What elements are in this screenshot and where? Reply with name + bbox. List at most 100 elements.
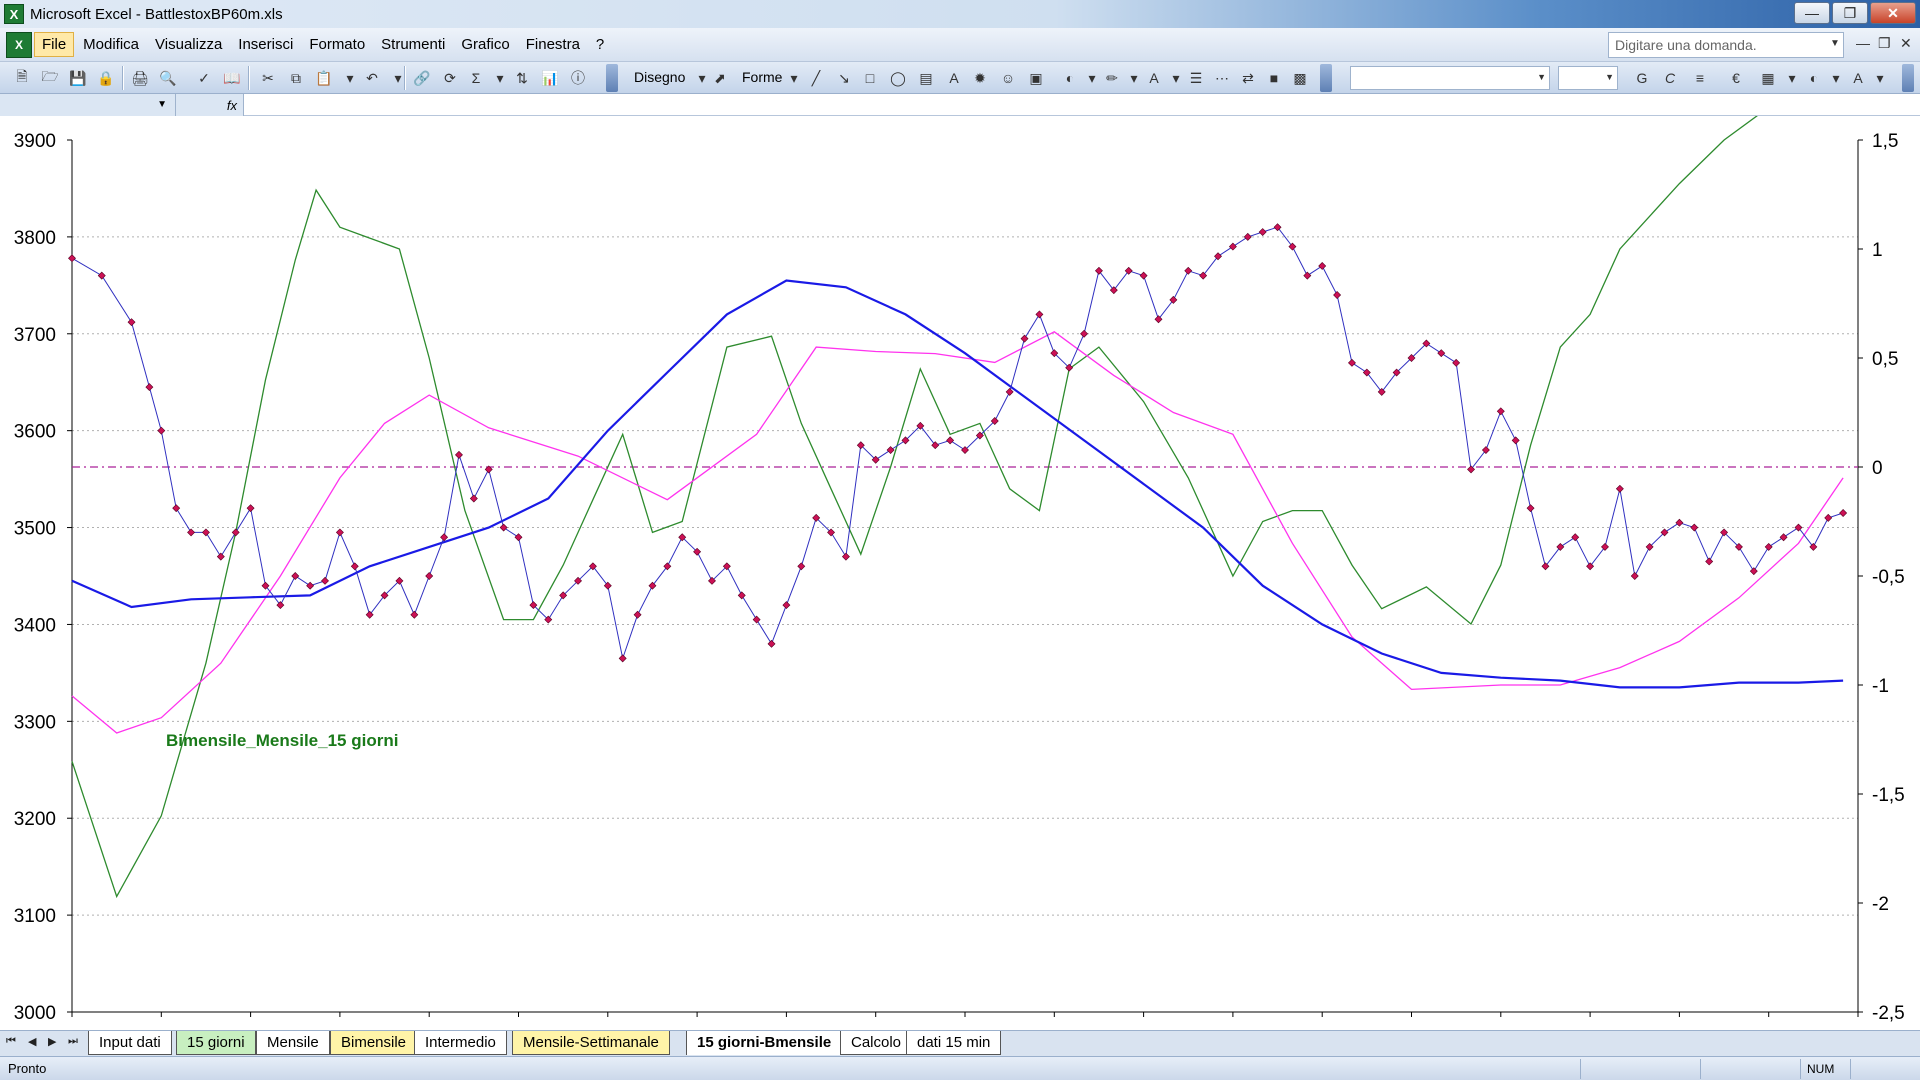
arrow-style-icon[interactable]: ⇄ xyxy=(1238,68,1258,88)
new-file-icon[interactable]: 🗎 xyxy=(12,68,32,88)
doc-close-icon[interactable]: ✕ xyxy=(1900,35,1912,52)
prev-sheet-icon[interactable]: ◀ xyxy=(28,1035,36,1048)
price-marker xyxy=(782,601,791,610)
autosum-icon[interactable]: Σ xyxy=(466,68,486,88)
line-icon[interactable]: ╱ xyxy=(806,68,826,88)
y-left-tick-label: 3900 xyxy=(14,131,56,152)
help-icon[interactable]: ⓘ xyxy=(568,68,588,88)
chart-svg[interactable]: 3900 3800 3700 3600 3500 3400 3300 3200 3100 3000… xyxy=(0,116,1920,1030)
font-color-icon[interactable]: A xyxy=(1144,68,1164,88)
sheet-tab[interactable]: Input dati xyxy=(88,1031,172,1055)
3d-style-icon[interactable]: ▩ xyxy=(1290,68,1310,88)
shapes-menu[interactable]: Forme xyxy=(742,69,782,85)
clipart-icon[interactable]: ☺ xyxy=(998,68,1018,88)
doc-restore-icon[interactable]: ❐ xyxy=(1878,35,1891,52)
dash-style-icon[interactable]: ⋯ xyxy=(1212,68,1232,88)
toolbar-options-icon[interactable] xyxy=(606,64,618,92)
menu-grafico[interactable]: Grafico xyxy=(454,33,516,56)
permission-icon[interactable]: 🔒 xyxy=(96,68,116,88)
highlight-dropdown-icon[interactable]: ▾ xyxy=(1826,68,1846,88)
menu-modifica[interactable]: Modifica xyxy=(76,33,146,56)
textbox-icon[interactable]: ▤ xyxy=(916,68,936,88)
sheet-tab[interactable]: Calcolo xyxy=(840,1031,913,1055)
line-color-dropdown-icon[interactable]: ▾ xyxy=(1124,68,1144,88)
italic-icon[interactable]: C xyxy=(1660,68,1680,88)
sheet-tab[interactable]: Bimensile xyxy=(330,1031,418,1055)
sheet-tab[interactable]: Intermedio xyxy=(414,1031,507,1055)
ask-dropdown-icon[interactable]: ▼ xyxy=(1830,38,1840,49)
sheet-tab[interactable]: 15 giorni-Bmensile xyxy=(686,1031,843,1055)
highlight-icon[interactable]: ◐ xyxy=(1804,68,1824,88)
draw-menu[interactable]: Disegno xyxy=(634,69,685,85)
diagram-icon[interactable]: ✹ xyxy=(970,68,990,88)
toolbar-options-icon[interactable] xyxy=(1320,64,1332,92)
shadow-style-icon[interactable]: ■ xyxy=(1264,68,1284,88)
price-marker xyxy=(633,610,642,619)
paste-icon[interactable]: 📋 xyxy=(314,68,334,88)
sheet-tab[interactable]: Mensile-Settimanale xyxy=(512,1031,670,1055)
menu-inserisci[interactable]: Inserisci xyxy=(231,33,300,56)
fill-color-icon[interactable]: ◐ xyxy=(1060,68,1080,88)
autosum-dropdown-icon[interactable]: ▾ xyxy=(490,68,510,88)
menu-finestra[interactable]: Finestra xyxy=(519,33,587,56)
picture-icon[interactable]: ▣ xyxy=(1026,68,1046,88)
menu-strumenti[interactable]: Strumenti xyxy=(374,33,452,56)
wordart-icon[interactable]: A xyxy=(944,68,964,88)
cut-icon[interactable]: ✂ xyxy=(258,68,278,88)
line-style-icon[interactable]: ☰ xyxy=(1186,68,1206,88)
font-name-combo[interactable]: ▼ xyxy=(1350,66,1550,90)
copy-icon[interactable]: ⧉ xyxy=(286,68,306,88)
euro-icon[interactable]: € xyxy=(1726,68,1746,88)
sort-icon[interactable]: ⇅ xyxy=(512,68,532,88)
rectangle-icon[interactable]: □ xyxy=(860,68,880,88)
minimize-icon[interactable]: — xyxy=(1794,2,1830,24)
arrow-icon[interactable]: ↘ xyxy=(834,68,854,88)
name-box[interactable]: ▼ xyxy=(0,94,176,116)
toolbar-options-icon[interactable] xyxy=(1902,64,1914,92)
undo-icon[interactable]: ↶ xyxy=(362,68,382,88)
next-sheet-icon[interactable]: ▶ xyxy=(48,1035,56,1048)
borders-dropdown-icon[interactable]: ▾ xyxy=(1782,68,1802,88)
font-size-combo[interactable]: ▼ xyxy=(1558,66,1618,90)
paste-dropdown-icon[interactable]: ▾ xyxy=(340,68,360,88)
spelling-icon[interactable]: ✓ xyxy=(194,68,214,88)
doc-minimize-icon[interactable]: — xyxy=(1856,35,1870,51)
font-color-dropdown-icon[interactable]: ▾ xyxy=(1166,68,1186,88)
chart-area[interactable]: 3900 3800 3700 3600 3500 3400 3300 3200 3100 3000… xyxy=(0,116,1920,1040)
workbook-icon[interactable]: X xyxy=(6,31,32,58)
menu-file[interactable]: File xyxy=(34,32,75,57)
print-preview-icon[interactable]: 🔍 xyxy=(158,68,178,88)
text-color-icon[interactable]: A xyxy=(1848,68,1868,88)
restore-icon[interactable]: ❐ xyxy=(1832,2,1868,24)
research-icon[interactable]: 📖 xyxy=(222,68,242,88)
refresh-icon[interactable]: ⟳ xyxy=(440,68,460,88)
ask-question-input[interactable]: Digitare una domanda. xyxy=(1608,32,1844,58)
borders-icon[interactable]: ▦ xyxy=(1758,68,1778,88)
sheet-tab[interactable]: 15 giorni xyxy=(176,1031,256,1055)
print-icon[interactable]: 🖨 xyxy=(130,68,150,88)
menu-help[interactable]: ? xyxy=(589,33,611,56)
align-icon[interactable]: ≡ xyxy=(1690,68,1710,88)
text-color-dropdown-icon[interactable]: ▾ xyxy=(1870,68,1890,88)
chart-wizard-icon[interactable]: 📊 xyxy=(540,68,560,88)
menu-formato[interactable]: Formato xyxy=(302,33,372,56)
sheet-tab[interactable]: Mensile xyxy=(256,1031,330,1055)
bold-icon[interactable]: G xyxy=(1632,68,1652,88)
menu-visualizza[interactable]: Visualizza xyxy=(148,33,229,56)
open-folder-icon[interactable]: 🗁 xyxy=(40,68,60,88)
draw-dropdown-icon[interactable]: ▾ xyxy=(692,68,712,88)
last-sheet-icon[interactable]: ⏭ xyxy=(68,1035,78,1048)
name-box-dropdown-icon[interactable]: ▼ xyxy=(157,99,167,110)
line-color-icon[interactable]: ✏ xyxy=(1102,68,1122,88)
select-pointer-icon[interactable]: ⬈ xyxy=(710,68,730,88)
excel-app-icon[interactable]: X xyxy=(4,4,24,24)
save-icon[interactable]: 💾 xyxy=(68,68,88,88)
sheet-tab[interactable]: dati 15 min xyxy=(906,1031,1002,1055)
fill-color-dropdown-icon[interactable]: ▾ xyxy=(1082,68,1102,88)
first-sheet-icon[interactable]: ⏮ xyxy=(6,1035,16,1048)
close-icon[interactable]: ✕ xyxy=(1870,2,1916,24)
shapes-dropdown-icon[interactable]: ▾ xyxy=(784,68,804,88)
ellipse-icon[interactable]: ◯ xyxy=(888,68,908,88)
hyperlink-icon[interactable]: 🔗 xyxy=(412,68,432,88)
insert-function-icon[interactable]: fx xyxy=(176,94,244,116)
